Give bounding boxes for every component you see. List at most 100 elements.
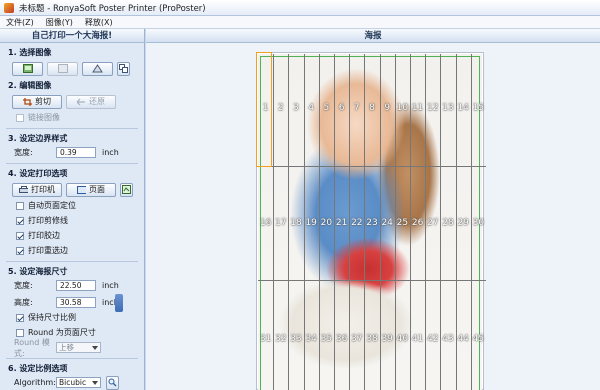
- left-panel: 自己打印一个大海报! 1. 选择图像 2. 编辑图像 剪切 还原 链接图像 3.…: [0, 29, 145, 390]
- tile-number: 23: [366, 218, 378, 228]
- tile-number: 17: [275, 218, 287, 228]
- printer-button-label: 打印机: [31, 185, 55, 194]
- tile-number: 6: [338, 103, 345, 113]
- tile-number: 41: [411, 334, 424, 344]
- tile-number: 16: [259, 218, 272, 228]
- undo-icon: [77, 98, 85, 105]
- print-overlap-checkbox[interactable]: [16, 231, 24, 240]
- print-overlap-edge-checkbox[interactable]: [16, 246, 24, 255]
- page-setup-button[interactable]: 页面: [66, 182, 116, 197]
- border-width-input[interactable]: 0.39: [56, 147, 96, 158]
- crop-button-label: 剪切: [35, 97, 51, 106]
- tile-number: 24: [381, 218, 393, 228]
- restore-button[interactable]: 还原: [66, 94, 116, 109]
- tile-number: 10: [396, 103, 409, 113]
- tile-number: 14: [457, 103, 469, 113]
- tile-number: 31: [259, 334, 272, 344]
- page-icon: [77, 185, 86, 194]
- width-input[interactable]: 22.50: [56, 280, 96, 291]
- menu-file[interactable]: 文件(Z): [6, 17, 34, 28]
- keep-ratio-label: 保持尺寸比例: [28, 313, 76, 322]
- scan-image-button[interactable]: [82, 61, 113, 76]
- tile-number: 40: [396, 334, 409, 344]
- height-label: 高度:: [14, 298, 33, 307]
- tile-number: 7: [353, 103, 360, 113]
- menu-bar: 文件(Z) 图像(Y) 释放(X): [0, 16, 600, 29]
- tile-number: 43: [442, 334, 454, 344]
- tile-row-divider: [258, 280, 486, 281]
- scanner-icon: [92, 64, 103, 73]
- tile-number: 20: [320, 218, 333, 228]
- zoom-preview-button[interactable]: [106, 375, 119, 390]
- printer-button[interactable]: 打印机: [12, 182, 62, 197]
- tile-number: 26: [411, 218, 424, 228]
- tile-number: 19: [305, 218, 317, 228]
- tile-number: 34: [305, 334, 317, 344]
- tile-number: 38: [366, 334, 378, 344]
- blank-picture-icon: [57, 64, 68, 73]
- tile-number: 18: [290, 218, 302, 228]
- paste-image-button[interactable]: [117, 61, 130, 76]
- tile-number: 27: [427, 218, 439, 228]
- section-border-style: 3. 设定边界样式: [8, 134, 68, 143]
- page-preview-button[interactable]: [120, 182, 133, 197]
- height-input[interactable]: 30.58: [56, 297, 96, 308]
- tile-number: 8: [369, 103, 375, 113]
- crop-icon: [23, 97, 32, 106]
- link-image-checkbox[interactable]: [16, 113, 24, 122]
- print-cut-label: 打印剪修线: [28, 216, 68, 225]
- chevron-down-icon: [92, 380, 98, 385]
- print-cut-checkbox[interactable]: [16, 216, 24, 225]
- window-title: 未标题 - RonyaSoft Poster Printer (ProPoste…: [19, 3, 206, 14]
- tile-number: 42: [427, 334, 439, 344]
- section-edit-image: 2. 编辑图像: [8, 81, 52, 90]
- tile-number: 2: [277, 103, 284, 113]
- chevron-down-icon: [92, 345, 98, 350]
- menu-release[interactable]: 释放(X): [85, 17, 113, 28]
- page-setup-button-label: 页面: [89, 185, 105, 194]
- width-unit: inch: [102, 281, 119, 290]
- border-width-label: 宽度:: [14, 148, 33, 157]
- link-image-label: 链接图像: [28, 113, 60, 122]
- tile-number: 11: [411, 103, 424, 113]
- tile-number: 36: [335, 334, 348, 344]
- tile-number: 45: [472, 334, 485, 344]
- border-width-unit: inch: [102, 148, 119, 157]
- printer-icon: [19, 185, 28, 193]
- app-icon: [4, 2, 14, 13]
- section-poster-size: 5. 设定海报尺寸: [8, 267, 68, 276]
- tile-number: 30: [472, 218, 485, 228]
- tile-number: 28: [442, 218, 454, 228]
- clear-image-button[interactable]: [47, 61, 78, 76]
- tile-number: 32: [275, 334, 287, 344]
- round-mode-label: Round 模式:: [14, 337, 50, 358]
- tile-number: 35: [320, 334, 333, 344]
- tile-number: 9: [384, 103, 391, 113]
- section-scale-options: 6. 设定比例选项: [8, 364, 68, 373]
- algorithm-select[interactable]: Bicubic: [56, 377, 101, 388]
- tile-row-divider: [258, 166, 486, 167]
- selected-tile[interactable]: [256, 52, 272, 167]
- tile-number: 13: [442, 103, 454, 113]
- title-bar: 未标题 - RonyaSoft Poster Printer (ProPoste…: [0, 0, 600, 16]
- width-label: 宽度:: [14, 281, 33, 290]
- tile-number: 5: [323, 103, 330, 113]
- menu-image[interactable]: 图像(Y): [46, 17, 73, 28]
- crop-button[interactable]: 剪切: [12, 94, 62, 109]
- open-image-button[interactable]: [12, 61, 43, 76]
- keep-ratio-checkbox[interactable]: [16, 313, 24, 322]
- round-mode-select[interactable]: 上移: [56, 342, 101, 353]
- auto-page-checkbox[interactable]: [16, 201, 24, 210]
- auto-page-label: 自动页面定位: [28, 201, 76, 210]
- section-print-options: 4. 设定打印选项: [8, 169, 68, 178]
- tile-number: 33: [290, 334, 302, 344]
- round-mode-value: 上移: [59, 343, 74, 352]
- algorithm-value: Bicubic: [59, 378, 87, 387]
- tile-number: 21: [335, 218, 348, 228]
- preview-icon: [122, 185, 131, 194]
- round-page-checkbox[interactable]: [16, 328, 24, 337]
- tile-number: 3: [293, 103, 299, 113]
- panel-expand-handle[interactable]: [115, 294, 123, 312]
- tile-number: 4: [308, 103, 315, 113]
- print-overlap-edge-label: 打印重选边: [28, 246, 68, 255]
